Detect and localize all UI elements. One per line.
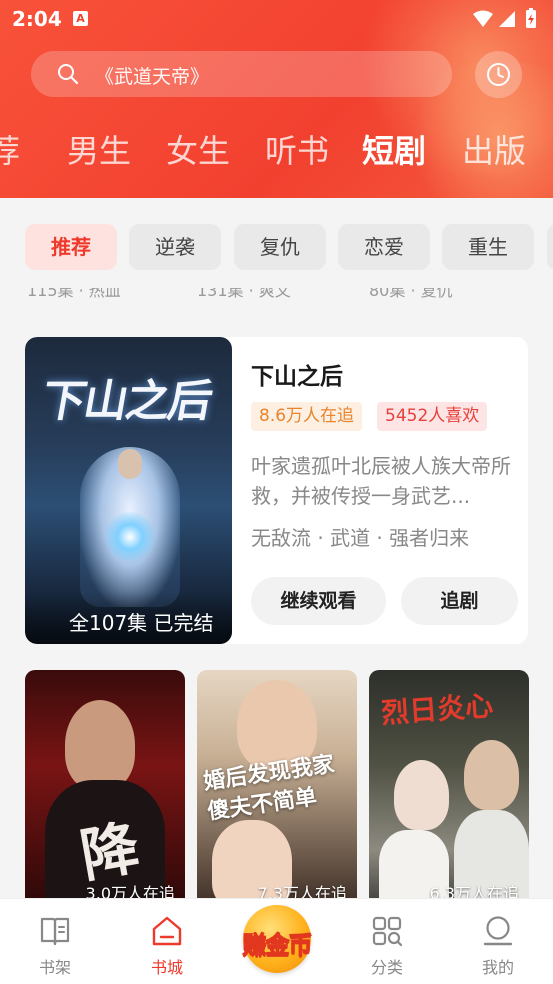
tab-short-drama[interactable]: 短剧 [362,126,426,172]
earn-coins-label: 赚金币 [242,931,313,960]
search-icon [57,63,79,89]
likes-badge: 5452人喜欢 [377,402,488,431]
chip-recommend[interactable]: 推荐 [25,224,117,270]
peek-row-item: 131集 · 爽文 [197,288,291,300]
cover-art-text: 烈日炎心 [380,689,495,730]
signal-battery-icon [473,8,536,28]
peek-row-item: 115集 · 热血 [27,288,121,300]
follow-drama-button[interactable]: 追剧 [401,577,518,625]
notification-icon: A [73,11,88,26]
nav-bookshelf-label: 书架 [38,958,71,977]
cover-person [65,700,135,790]
search-input[interactable]: 《武道天帝》 [31,51,452,97]
follow-count: 6.3万人在追 [429,884,519,898]
continue-watching-button[interactable]: 继续观看 [251,577,386,625]
nav-mine[interactable]: 我的 [458,899,538,984]
cover-caption: 全107集 已完结 [25,592,232,644]
tab-female[interactable]: 女生 [166,126,230,172]
tab-recommend[interactable]: 荐 [0,126,20,172]
cover-art-title: 下山之后 [37,376,215,427]
cover-person [394,760,449,830]
history-button[interactable] [475,51,522,98]
cover-orb [105,512,155,562]
featured-tags: 无敌流 · 武道 · 强者归来 [251,526,470,550]
peek-row-item: 80集 · 复仇 [369,288,453,300]
featured-title: 下山之后 [251,364,343,390]
follow-count: 7.3万人在追 [257,884,347,898]
tab-audiobook[interactable]: 听书 [265,126,329,172]
earn-coins-button[interactable]: 赚金币 [231,905,323,973]
header: 2:04 A 《武道天帝》 荐 男生 女生 听书 短剧 出版 [0,0,553,198]
chip-revenge[interactable]: 复仇 [234,224,326,270]
top-tabs: 荐 男生 女生 听书 短剧 出版 [0,126,553,172]
drama-card[interactable]: 婚后发现我家傻夫不简单 7.3万人在追 [197,670,357,898]
chip-comeback[interactable]: 逆袭 [129,224,221,270]
status-icons [471,8,543,34]
featured-drama-card[interactable]: 下山之后 全107集 已完结 下山之后 8.6万人在追 5452人喜欢 叶家遗孤… [25,337,528,644]
status-bar: 2:04 A [0,0,553,40]
chip-more[interactable] [547,224,553,270]
featured-cover[interactable]: 下山之后 全107集 已完结 [25,337,232,644]
episodes-status: 全107集 已完结 [69,611,214,635]
profile-icon [483,916,513,946]
nav-bookshelf[interactable]: 书架 [15,899,95,984]
grid-icon [372,916,403,947]
clock-icon [487,63,510,86]
follow-count: 3.0万人在追 [85,884,175,898]
featured-description: 叶家遗孤叶北辰被人族大帝所救，并被传授一身武艺... [251,454,511,508]
followers-badge: 8.6万人在追 [251,402,363,431]
book-icon [40,917,70,946]
drama-card[interactable]: 烈日炎心 6.3万人在追 [369,670,529,898]
tab-publish[interactable]: 出版 [462,126,526,172]
nav-category-label: 分类 [370,958,403,977]
nav-bookstore-label: 书城 [150,958,183,977]
nav-category[interactable]: 分类 [347,899,427,984]
cover-art-text: 婚后发现我家傻夫不简单 [201,751,337,825]
nav-mine-label: 我的 [481,958,514,977]
search-placeholder: 《武道天帝》 [95,66,210,88]
category-chips: 推荐 逆袭 复仇 恋爱 重生 [0,224,553,270]
nav-bookstore[interactable]: 书城 [127,899,207,984]
chip-romance[interactable]: 恋爱 [338,224,430,270]
status-time: 2:04 [12,7,62,31]
home-icon [152,916,182,946]
tab-male[interactable]: 男生 [67,126,131,172]
chip-rebirth[interactable]: 重生 [442,224,534,270]
cover-person-2 [464,740,519,810]
drama-card[interactable]: 降 3.0万人在追 [25,670,185,898]
content-panel: 推荐 逆袭 复仇 恋爱 重生 115集 · 热血 131集 · 爽文 80集 ·… [0,198,553,898]
cover-head [118,449,142,479]
